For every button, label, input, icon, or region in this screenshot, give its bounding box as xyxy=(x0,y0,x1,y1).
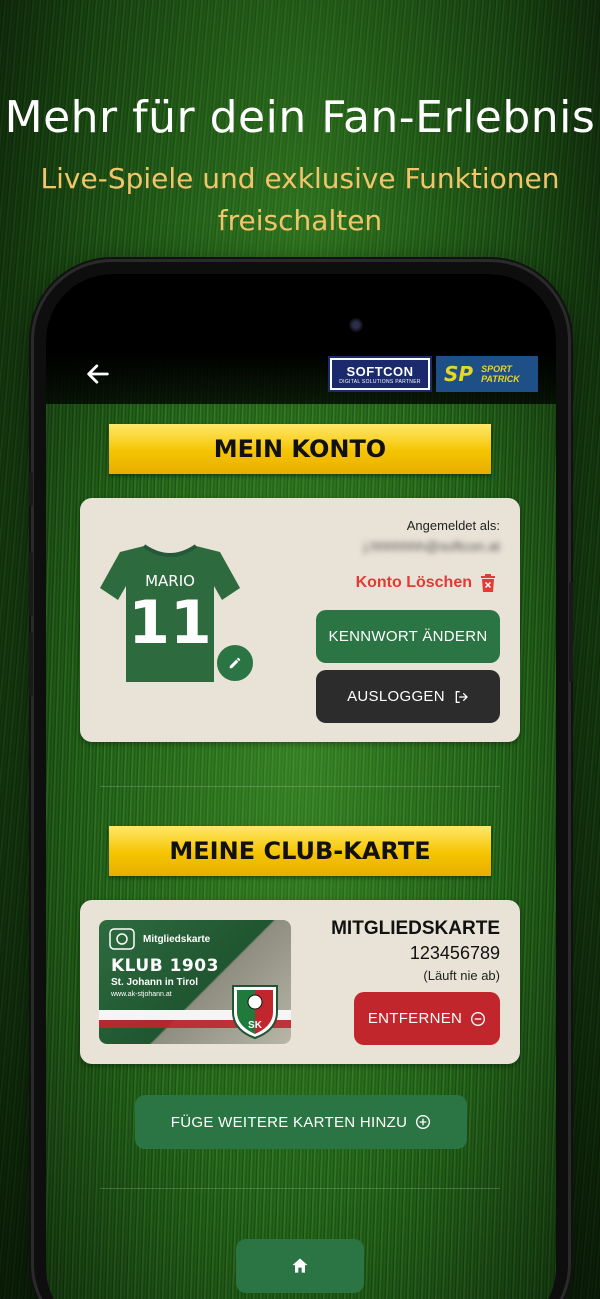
account-section-title: MEIN KONTO xyxy=(109,424,491,474)
phone-side-button xyxy=(29,472,33,506)
logout-icon xyxy=(455,690,468,703)
edit-jersey-button[interactable] xyxy=(214,642,256,684)
phone-volume-up xyxy=(29,552,33,616)
minus-circle-icon xyxy=(471,1011,486,1026)
home-icon xyxy=(292,1258,308,1273)
sport-patrick-line1: SPORT xyxy=(481,364,512,374)
remove-card-button[interactable]: ENTFERNEN xyxy=(354,992,500,1045)
club-card-website: www.ak-stjohann.at xyxy=(111,991,172,998)
delete-account-label: Konto Löschen xyxy=(355,574,472,591)
back-arrow-icon[interactable] xyxy=(84,360,112,388)
club-card-location: St. Johann in Tirol xyxy=(111,977,199,988)
card-expiry: (Läuft nie ab) xyxy=(423,968,500,983)
logged-in-email: j.hhhhhhh@softcon.at xyxy=(363,538,500,554)
add-more-cards-button[interactable]: FÜGE WEITERE KARTEN HINZU xyxy=(135,1095,467,1149)
change-password-label: KENNWORT ÄNDERN xyxy=(328,628,488,645)
sport-patrick-logo: SP SPORT PATRICK xyxy=(436,356,538,392)
logout-label: AUSLOGGEN xyxy=(347,688,445,705)
club-logo-icon xyxy=(109,928,135,950)
sk-crest-icon: SK xyxy=(232,985,278,1040)
section-divider xyxy=(100,1188,500,1189)
sport-patrick-line2: PATRICK xyxy=(481,374,520,384)
pencil-icon xyxy=(229,657,241,669)
account-card: MARIO 11 Angemeldet als: j.hhhhhhh@softc… xyxy=(80,498,520,742)
club-card-panel: Mitgliedskarte KLUB 1903 St. Johann in T… xyxy=(80,900,520,1064)
club-card-name: KLUB 1903 xyxy=(111,956,219,976)
trash-icon xyxy=(481,574,495,592)
section-divider xyxy=(100,786,500,787)
phone-volume-down xyxy=(29,632,33,696)
softcon-logo-name: SOFTCON xyxy=(346,363,414,379)
logout-button[interactable]: AUSLOGGEN xyxy=(316,670,500,723)
club-card-header: Mitgliedskarte xyxy=(143,934,211,945)
phone-frame: SOFTCON DIGITAL SOLUTIONS PARTNER SP SPO… xyxy=(29,262,573,1299)
delete-account-link[interactable]: Konto Löschen xyxy=(356,574,496,592)
home-button[interactable] xyxy=(236,1239,364,1293)
plus-circle-icon xyxy=(416,1115,431,1129)
club-section-title: MEINE CLUB-KARTE xyxy=(109,826,491,876)
logged-in-label: Angemeldet als: xyxy=(406,518,500,533)
card-number: 123456789 xyxy=(409,943,500,963)
softcon-logo-tagline: DIGITAL SOLUTIONS PARTNER xyxy=(339,378,421,385)
softcon-logo: SOFTCON DIGITAL SOLUTIONS PARTNER xyxy=(328,356,432,392)
club-card-image[interactable]: Mitgliedskarte KLUB 1903 St. Johann in T… xyxy=(99,920,291,1044)
hero-subtitle: Live-Spiele und exklusive Funktionen fre… xyxy=(40,162,560,237)
remove-card-label: ENTFERNEN xyxy=(367,1010,463,1027)
phone-power-button xyxy=(569,582,573,682)
add-more-cards-label: FÜGE WEITERE KARTEN HINZU xyxy=(170,1113,408,1131)
sport-patrick-mark: SP xyxy=(444,362,474,386)
camera-icon xyxy=(349,318,363,332)
sk-crest-letters: SK xyxy=(248,1020,263,1031)
change-password-button[interactable]: KENNWORT ÄNDERN xyxy=(316,610,500,663)
app-screen: SOFTCON DIGITAL SOLUTIONS PARTNER SP SPO… xyxy=(46,274,556,1299)
card-type-label: MITGLIEDSKARTE xyxy=(331,918,500,939)
hero-title: Mehr für dein Fan-Erlebnis xyxy=(4,92,596,143)
